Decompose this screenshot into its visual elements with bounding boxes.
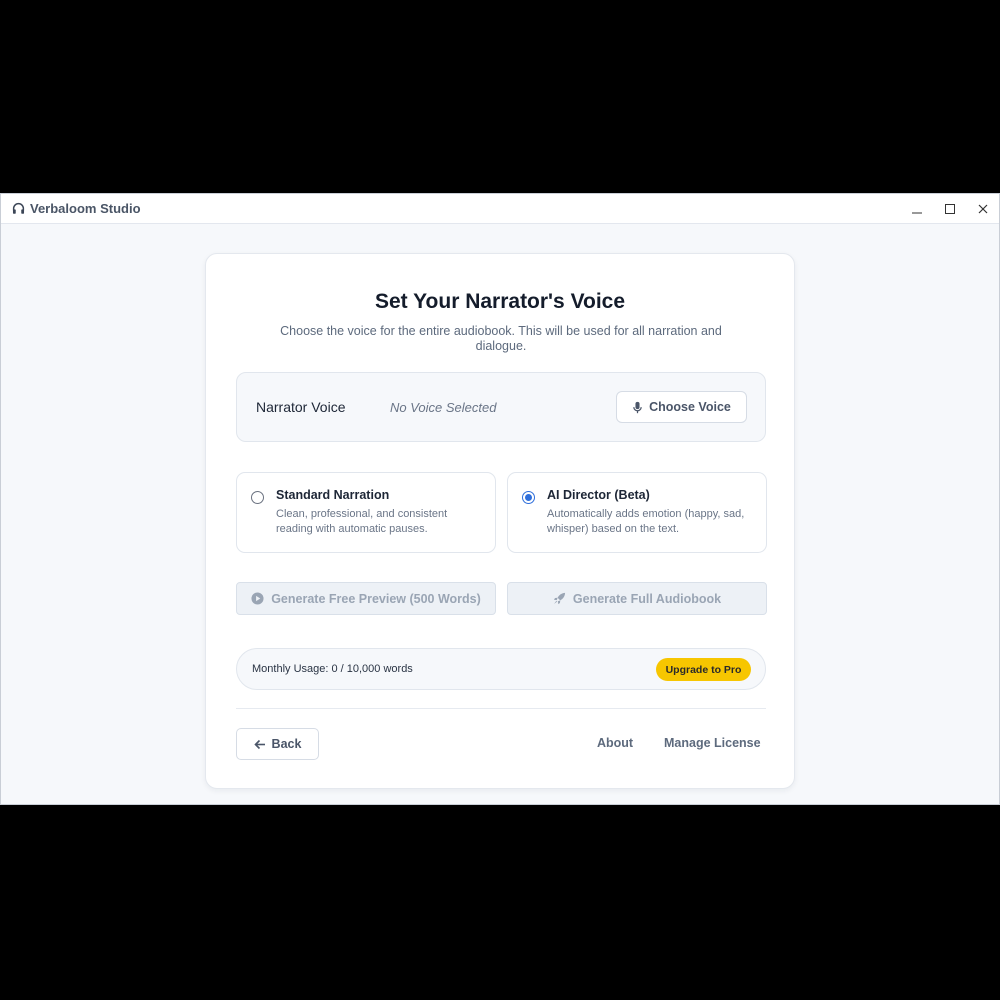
choose-voice-label: Choose Voice bbox=[649, 400, 731, 414]
rocket-icon bbox=[553, 592, 566, 605]
page-subtitle: Choose the voice for the entire audioboo… bbox=[280, 324, 722, 353]
arrow-left-icon bbox=[253, 739, 266, 750]
back-label: Back bbox=[271, 737, 302, 751]
generate-preview-label: Generate Free Preview (500 Words) bbox=[271, 591, 481, 606]
play-circle-icon bbox=[251, 592, 264, 605]
app-window: Verbaloom Studio Set Your Narrator's Voi… bbox=[0, 193, 1000, 805]
usage-bar: Monthly Usage: 0 / 10,000 words Upgrade … bbox=[236, 648, 766, 690]
page-title: Set Your Narrator's Voice bbox=[374, 290, 626, 313]
narrator-voice-value: No Voice Selected bbox=[390, 400, 497, 415]
standard-narration-radio[interactable] bbox=[251, 491, 264, 504]
monthly-usage-text: Monthly Usage: 0 / 10,000 words bbox=[252, 663, 413, 675]
minimize-button[interactable] bbox=[900, 194, 933, 223]
choose-voice-button[interactable]: Choose Voice bbox=[616, 391, 747, 423]
mode-option-description: Automatically adds emotion (happy, sad, … bbox=[547, 508, 745, 535]
ai-director-radio[interactable] bbox=[522, 491, 535, 504]
mode-option-ai-director[interactable]: AI Director (Beta) Automatically adds em… bbox=[507, 472, 767, 553]
title-bar[interactable]: Verbaloom Studio bbox=[1, 194, 999, 224]
mode-option-standard[interactable]: Standard Narration Clean, professional, … bbox=[236, 472, 496, 553]
window-title: Verbaloom Studio bbox=[30, 201, 141, 216]
mode-option-title: AI Director (Beta) bbox=[547, 488, 650, 502]
about-link[interactable]: About bbox=[597, 736, 633, 750]
footer-divider bbox=[236, 708, 766, 709]
upgrade-to-pro-button[interactable]: Upgrade to Pro bbox=[656, 658, 751, 681]
close-button[interactable] bbox=[966, 194, 999, 223]
generate-preview-button[interactable]: Generate Free Preview (500 Words) bbox=[236, 582, 496, 615]
generate-full-audiobook-button[interactable]: Generate Full Audiobook bbox=[507, 582, 767, 615]
maximize-button[interactable] bbox=[933, 194, 966, 223]
window-controls bbox=[900, 194, 999, 223]
narrator-voice-panel: Narrator Voice No Voice Selected Choose … bbox=[236, 372, 766, 442]
narrator-voice-card: Set Your Narrator's Voice Choose the voi… bbox=[205, 253, 795, 789]
microphone-icon bbox=[632, 401, 643, 414]
generate-full-audiobook-label: Generate Full Audiobook bbox=[572, 591, 722, 606]
headphones-icon bbox=[11, 202, 25, 216]
back-button[interactable]: Back bbox=[236, 728, 319, 760]
mode-option-description: Clean, professional, and consistent read… bbox=[276, 508, 448, 535]
mode-option-title: Standard Narration bbox=[276, 488, 390, 502]
maximize-icon bbox=[944, 201, 955, 217]
close-icon bbox=[978, 201, 988, 217]
narrator-voice-label: Narrator Voice bbox=[256, 399, 346, 415]
minimize-icon bbox=[911, 201, 922, 217]
manage-license-link[interactable]: Manage License bbox=[664, 736, 761, 750]
